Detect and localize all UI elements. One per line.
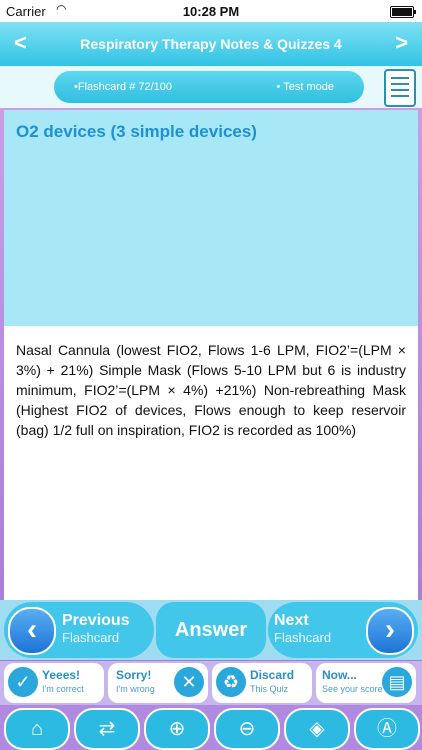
wrong-label: Sorry! xyxy=(116,668,152,682)
battery-icon xyxy=(390,6,416,18)
next-flashcard-button[interactable]: Next Flashcard › xyxy=(268,602,418,658)
discard-quiz-button[interactable]: ♻ Discard This Quiz xyxy=(212,663,312,703)
question-text: O2 devices (3 simple devices) xyxy=(16,122,257,141)
zoom-in-icon[interactable]: ⊕ xyxy=(144,708,210,750)
wrong-sublabel: I'm wrong xyxy=(116,684,155,694)
answer-button[interactable]: Answer xyxy=(156,602,266,658)
next-label: Next xyxy=(274,612,309,629)
answer-panel: Nasal Cannula (lowest FIO2, Flows 1-6 LP… xyxy=(4,326,418,600)
score-button[interactable]: ▤ Now... See your score xyxy=(316,663,416,703)
card-header: •Flashcard # 72/100 • Test mode xyxy=(0,66,422,108)
chevron-left-icon: ‹ xyxy=(8,607,56,655)
main-action-bar: ‹ Previous Flashcard Answer Next Flashca… xyxy=(0,600,422,660)
next-sublabel: Flashcard xyxy=(274,630,332,645)
share-icon[interactable]: ⇄ xyxy=(74,708,140,750)
previous-sublabel: Flashcard xyxy=(62,630,120,645)
bottom-toolbar: ⌂ ⇄ ⊕ ⊖ ◈ Ⓐ xyxy=(0,705,422,750)
recycle-icon: ♻ xyxy=(216,667,246,697)
answer-text: Nasal Cannula (lowest FIO2, Flows 1-6 LP… xyxy=(16,342,406,438)
forward-arrow-icon[interactable]: > xyxy=(395,30,408,56)
status-bar: Carrier ◠ 10:28 PM xyxy=(0,0,422,22)
discard-sublabel: This Quiz xyxy=(250,684,289,694)
back-arrow-icon[interactable]: < xyxy=(14,30,27,56)
app-frame: Carrier ◠ 10:28 PM < Respiratory Therapy… xyxy=(0,0,422,750)
test-mode-label[interactable]: • Test mode xyxy=(277,81,334,93)
status-time: 10:28 PM xyxy=(182,4,240,19)
correct-button[interactable]: ✓ Yeees! I'm correct xyxy=(4,663,104,703)
previous-flashcard-button[interactable]: ‹ Previous Flashcard xyxy=(4,602,154,658)
mode-pill: •Flashcard # 72/100 • Test mode xyxy=(54,71,364,103)
score-sublabel: See your score xyxy=(322,684,383,694)
chevron-right-icon: › xyxy=(366,607,414,655)
discard-label: Discard xyxy=(250,668,295,682)
feedback-bar: ✓ Yeees! I'm correct ✕ Sorry! I'm wrong … xyxy=(0,661,422,705)
cross-icon: ✕ xyxy=(174,667,204,697)
correct-label: Yeees! xyxy=(42,668,81,682)
previous-label: Previous xyxy=(62,612,130,629)
chart-icon: ▤ xyxy=(382,667,412,697)
zoom-out-icon[interactable]: ⊖ xyxy=(214,708,280,750)
home-icon[interactable]: ⌂ xyxy=(4,708,70,750)
page-title: Respiratory Therapy Notes & Quizzes 4 xyxy=(80,36,342,52)
nav-bar: < Respiratory Therapy Notes & Quizzes 4 … xyxy=(0,22,422,66)
check-icon: ✓ xyxy=(8,667,38,697)
font-icon[interactable]: Ⓐ xyxy=(354,708,420,750)
tag-icon[interactable]: ◈ xyxy=(284,708,350,750)
question-panel: O2 devices (3 simple devices) xyxy=(4,110,418,326)
notes-icon[interactable] xyxy=(384,69,416,107)
wrong-button[interactable]: ✕ Sorry! I'm wrong xyxy=(108,663,208,703)
flashcard-counter: •Flashcard # 72/100 xyxy=(74,81,173,93)
score-label: Now... xyxy=(322,668,357,682)
correct-sublabel: I'm correct xyxy=(42,684,84,694)
